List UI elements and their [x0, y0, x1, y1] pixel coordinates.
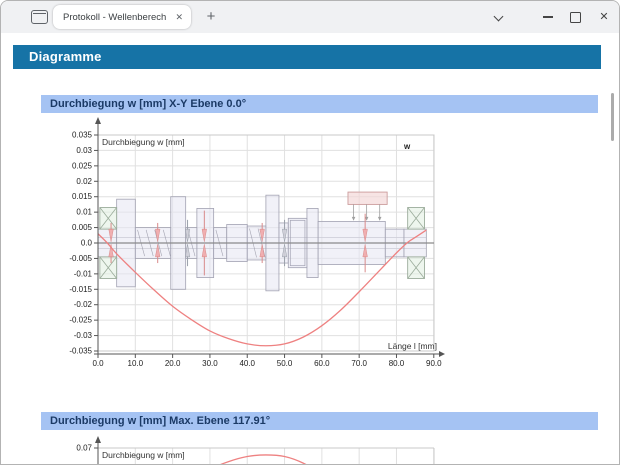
diagram-2-title: Durchbiegung w [mm] Max. Ebene 117.91°	[50, 415, 271, 427]
svg-text:0.01: 0.01	[76, 208, 92, 217]
page-content: Diagramme Durchbiegung w [mm] X-Y Ebene …	[1, 33, 619, 464]
svg-text:0.025: 0.025	[72, 161, 93, 170]
svg-text:-0.03: -0.03	[74, 331, 93, 340]
tab-actions-icon[interactable]	[31, 10, 48, 24]
new-tab-button[interactable]: +	[199, 5, 223, 29]
svg-text:Durchbiegung w [mm]: Durchbiegung w [mm]	[102, 137, 185, 147]
maximize-button[interactable]	[570, 12, 581, 23]
svg-text:-0.02: -0.02	[74, 300, 93, 309]
svg-text:-0.035: -0.035	[69, 347, 92, 356]
tab-title: Protokoll - Wellenberechnung	[63, 11, 167, 23]
svg-text:80.0: 80.0	[389, 359, 405, 368]
svg-text:-0.005: -0.005	[69, 254, 92, 263]
svg-text:0.0: 0.0	[81, 239, 93, 248]
deflection-chart-xy-plane: 0.035 0.03 0.025 0.02 0.015 0.01 0.005 0.0 -0.00…	[69, 117, 445, 368]
browser-title-bar: Protokoll - Wellenberechnung ✕ + ✕	[1, 1, 619, 34]
svg-text:30.0: 30.0	[202, 359, 218, 368]
page-title: Diagramme	[29, 49, 102, 64]
tab-list-chevron-icon[interactable]	[493, 12, 505, 22]
svg-text:0.02: 0.02	[76, 177, 92, 186]
browser-tab[interactable]: Protokoll - Wellenberechnung ✕	[53, 5, 191, 29]
svg-text:50.0: 50.0	[277, 359, 293, 368]
close-button[interactable]: ✕	[596, 9, 612, 25]
section-title-diagram-1: Durchbiegung w [mm] X-Y Ebene 0.0°	[41, 95, 598, 113]
svg-text:70.0: 70.0	[351, 359, 367, 368]
svg-text:90.0: 90.0	[426, 359, 442, 368]
svg-text:20.0: 20.0	[165, 359, 181, 368]
svg-text:-0.025: -0.025	[69, 316, 92, 325]
deflection-chart-max-plane: 0.07 Durchbiegung w [mm]	[76, 436, 435, 464]
svg-text:0.0: 0.0	[92, 359, 104, 368]
svg-text:Länge l [mm]: Länge l [mm]	[388, 341, 437, 351]
scrollbar-thumb[interactable]	[611, 93, 614, 141]
svg-text:-0.01: -0.01	[74, 269, 93, 278]
diagram-1-title: Durchbiegung w [mm] X-Y Ebene 0.0°	[50, 98, 247, 110]
svg-text:-0.015: -0.015	[69, 285, 92, 294]
minimize-button[interactable]	[543, 16, 553, 18]
svg-text:0.035: 0.035	[72, 131, 93, 140]
svg-text:0.07: 0.07	[76, 444, 92, 453]
svg-text:0.03: 0.03	[76, 146, 92, 155]
svg-text:0.015: 0.015	[72, 192, 93, 201]
svg-text:10.0: 10.0	[128, 359, 144, 368]
tab-close-icon[interactable]: ✕	[167, 12, 191, 23]
svg-text:60.0: 60.0	[314, 359, 330, 368]
svg-text:w: w	[403, 142, 411, 151]
section-title-diagram-2: Durchbiegung w [mm] Max. Ebene 117.91°	[41, 412, 598, 430]
svg-text:40.0: 40.0	[239, 359, 255, 368]
svg-text:0.005: 0.005	[72, 223, 93, 232]
page-header-bar: Diagramme	[13, 45, 601, 69]
svg-text:Durchbiegung w [mm]: Durchbiegung w [mm]	[102, 450, 185, 460]
browser-window: Protokoll - Wellenberechnung ✕ + ✕ Diagr…	[0, 0, 620, 465]
